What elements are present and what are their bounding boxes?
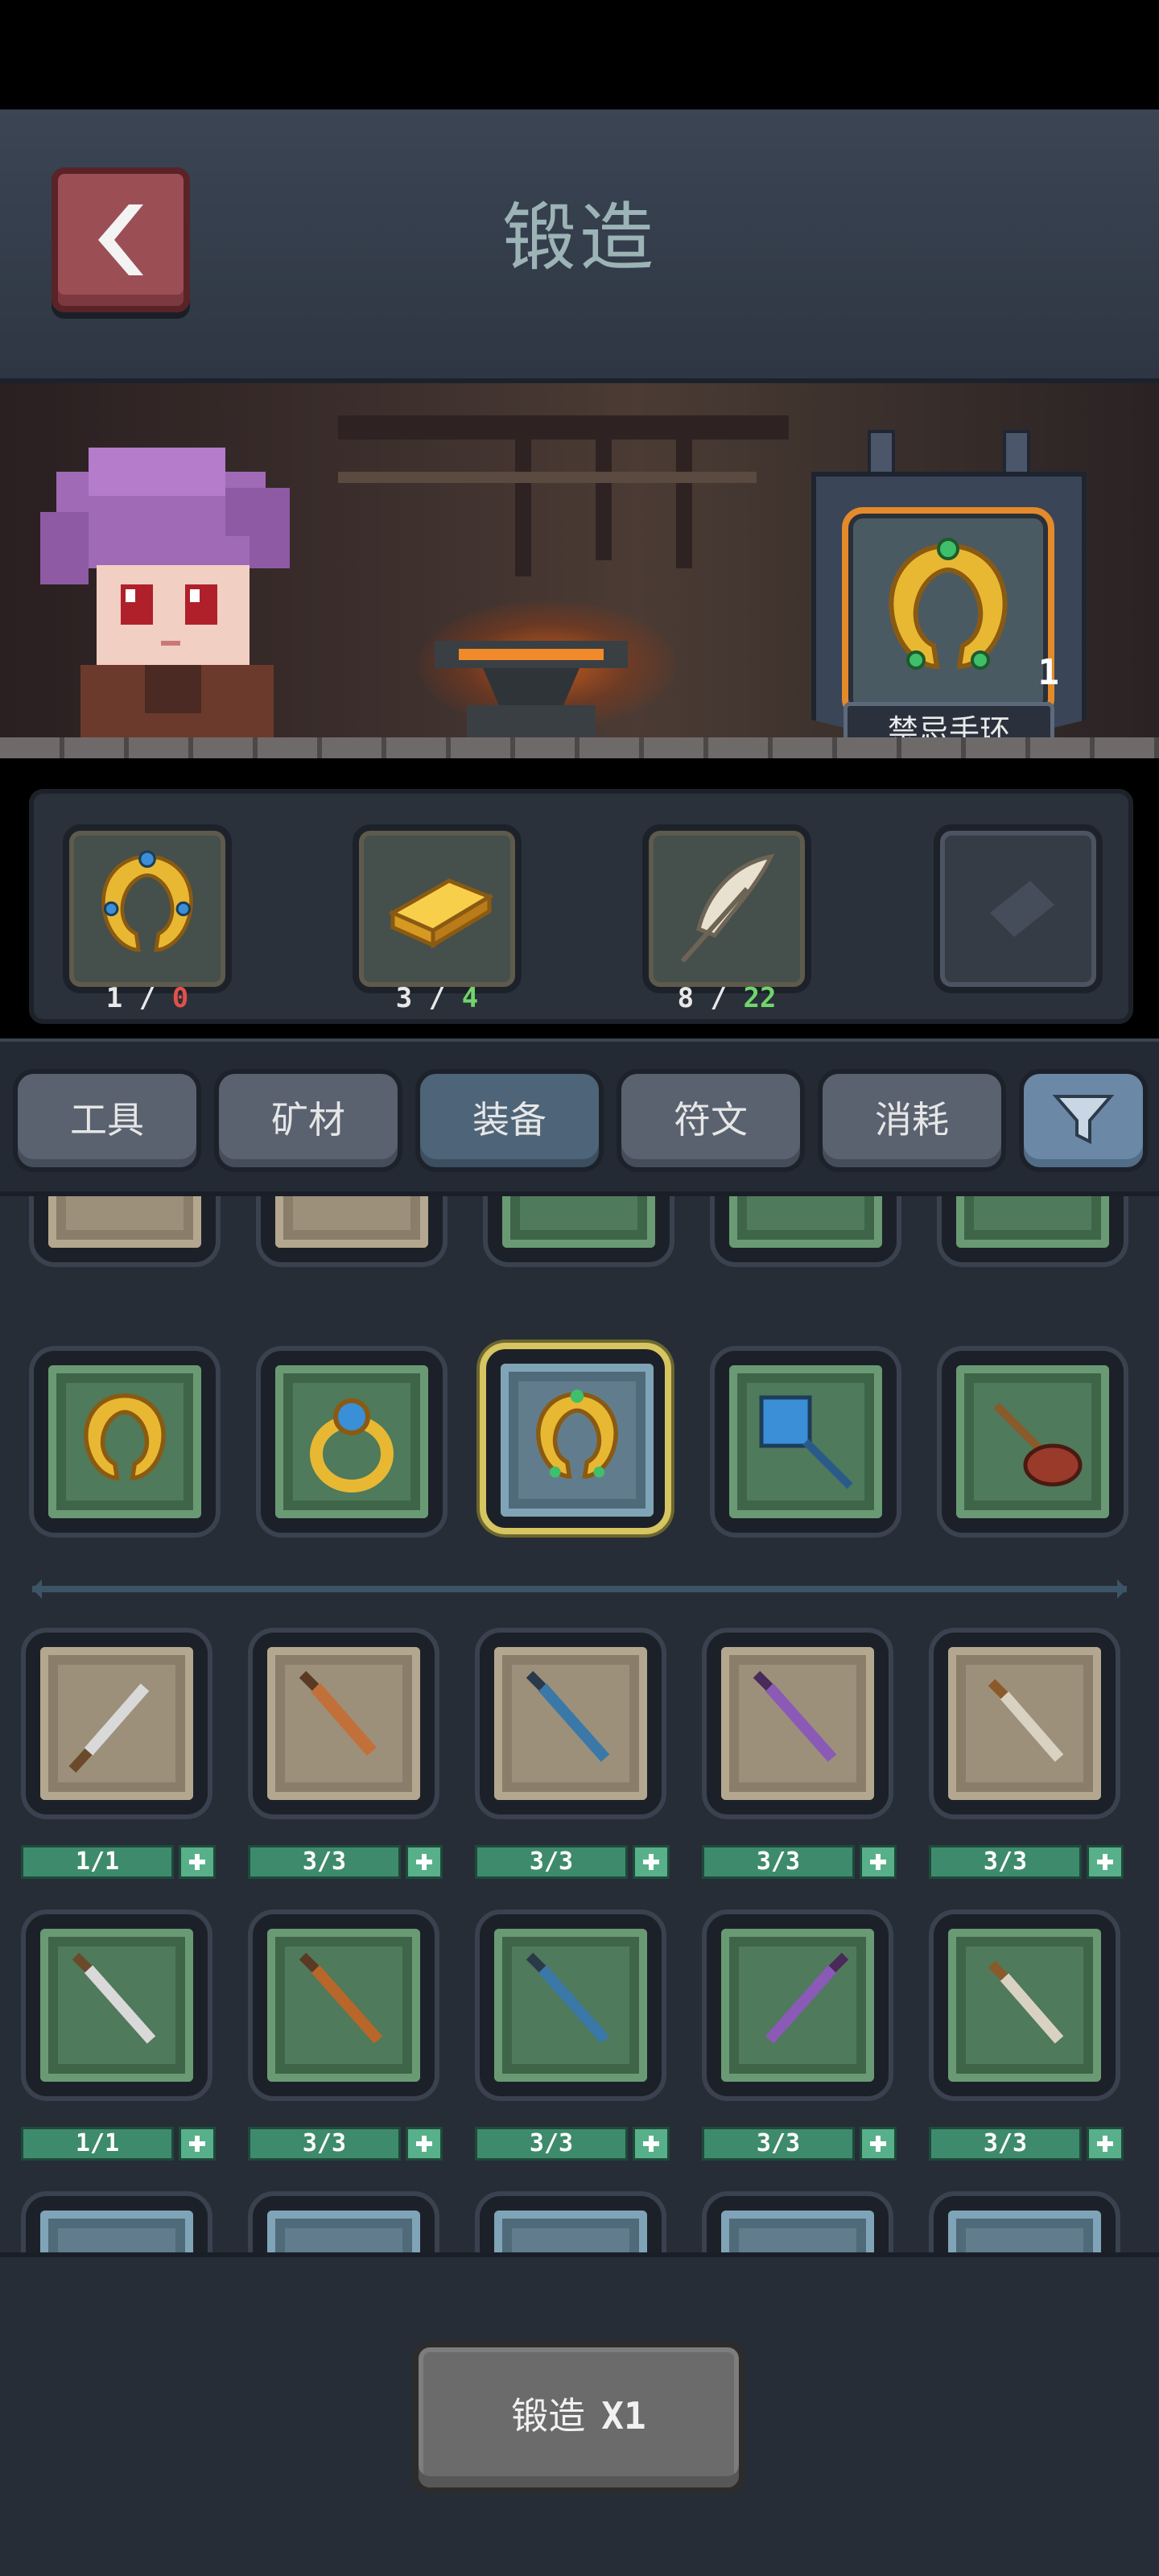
purple-sword-icon: [753, 1670, 837, 1762]
recipe-card[interactable]: [475, 2191, 666, 2252]
short-blade-icon: [988, 1960, 1064, 2044]
fly-swatter-icon: [759, 1395, 853, 1489]
gold-ring-icon: [889, 538, 1008, 670]
tab-tools[interactable]: 工具: [13, 1069, 201, 1172]
result-count: 1: [1037, 652, 1060, 693]
add-button[interactable]: [860, 1845, 897, 1879]
recipe-card[interactable]: [29, 1196, 221, 1267]
blue-sword-icon: [526, 1952, 610, 2044]
dagger-icon: [72, 1952, 156, 2044]
add-button[interactable]: [179, 2127, 216, 2161]
recipe-card[interactable]: [483, 1196, 674, 1267]
material-count-ring: 1 / 0: [105, 982, 189, 1014]
forge-button-label: 锻造: [511, 2394, 586, 2438]
result-banner: 1 禁忌手环: [811, 430, 1087, 758]
tab-consumables[interactable]: 消耗: [818, 1069, 1006, 1172]
recipe-list: 1/1 3/3 3/3 3/3 3/3 1/1 3/3 3/3 3/3 3/3: [0, 1196, 1159, 2252]
recipe-card[interactable]: [710, 1196, 901, 1267]
material-slot-feather[interactable]: [642, 824, 811, 993]
feather-icon: [680, 853, 775, 963]
result-item-slot[interactable]: 1: [842, 507, 1059, 720]
add-button[interactable]: [1087, 2127, 1124, 2161]
gold-bar-icon: [388, 878, 494, 949]
blacksmith-character: [40, 448, 290, 745]
add-button[interactable]: [179, 1845, 216, 1879]
tab-runes[interactable]: 符文: [617, 1069, 805, 1172]
material-count-gold-bar: 3 / 4: [395, 982, 479, 1014]
material-slot-gold-bar[interactable]: [353, 824, 522, 993]
recipe-card-blue-sword[interactable]: [475, 1909, 666, 2101]
recipe-card-dagger[interactable]: [21, 1909, 212, 2101]
filter-button[interactable]: [1019, 1069, 1148, 1172]
section-divider: [32, 1579, 1127, 1599]
category-tabs: 工具 矿材 装备 符文 消耗: [0, 1038, 1159, 1196]
forge-button[interactable]: 锻造 X1: [412, 2341, 745, 2494]
recipe-card[interactable]: [256, 1196, 448, 1267]
empty-slot-icon: [990, 881, 1054, 937]
material-slot-empty[interactable]: [934, 824, 1103, 993]
recipe-card[interactable]: [702, 2191, 893, 2252]
add-button[interactable]: [633, 2127, 670, 2161]
tab-ores[interactable]: 矿材: [214, 1069, 402, 1172]
stone-floor: [0, 737, 1159, 758]
forge-multiplier: X1: [601, 2394, 646, 2438]
back-button[interactable]: [52, 167, 190, 312]
recipe-card-blue-sword[interactable]: [475, 1628, 666, 1819]
plunger-icon: [993, 1402, 1083, 1487]
recipe-card-serrated-blade[interactable]: [248, 1909, 439, 2101]
recipe-card-forbidden-bracelet[interactable]: [480, 1343, 671, 1534]
recipe-card-fly-swatter[interactable]: [710, 1346, 901, 1538]
recipe-card-cleaver[interactable]: [248, 1628, 439, 1819]
filter-icon: [1052, 1095, 1115, 1145]
recipe-card-gold-ring[interactable]: [29, 1346, 221, 1538]
recipe-card-short-blade[interactable]: [929, 1628, 1120, 1819]
serrated-blade-icon: [299, 1952, 383, 2044]
gold-ring-icon: [84, 1393, 166, 1480]
cleaver-icon: [299, 1670, 377, 1757]
recipe-card-plunger[interactable]: [937, 1346, 1128, 1538]
bottom-bar: 锻造 X1: [0, 2252, 1159, 2576]
recipe-card[interactable]: [937, 1196, 1128, 1267]
recipe-card-purple-sword[interactable]: [702, 1909, 893, 2101]
material-slot-ring[interactable]: [63, 824, 232, 993]
add-button[interactable]: [406, 2127, 443, 2161]
add-button[interactable]: [633, 1845, 670, 1879]
anvil-icon: [435, 641, 628, 737]
material-count-feather: 8 / 22: [677, 982, 777, 1014]
purple-sword-icon: [765, 1952, 849, 2044]
dagger-icon: [68, 1683, 150, 1773]
blue-gem-ring-icon: [310, 1398, 394, 1492]
recipe-card[interactable]: [929, 2191, 1120, 2252]
blue-sword-icon: [526, 1670, 610, 1762]
recipe-card-blue-gem-ring[interactable]: [256, 1346, 448, 1538]
recipe-card-dagger[interactable]: [21, 1628, 212, 1819]
page-title: 锻造: [501, 195, 657, 281]
add-button[interactable]: [406, 1845, 443, 1879]
recipe-card[interactable]: [21, 2191, 212, 2252]
recipe-card-short-blade[interactable]: [929, 1909, 1120, 2101]
short-blade-icon: [988, 1678, 1064, 1762]
gold-ring-icon: [101, 850, 193, 952]
tab-equipment[interactable]: 装备: [415, 1069, 604, 1172]
recipe-card-purple-sword[interactable]: [702, 1628, 893, 1819]
back-arrow-icon: [98, 204, 143, 275]
header-bar: 锻造: [0, 109, 1159, 383]
add-button[interactable]: [860, 2127, 897, 2161]
gold-ring-icon: [536, 1389, 618, 1479]
recipe-card[interactable]: [248, 2191, 439, 2252]
forge-scene: 1 禁忌手环: [0, 383, 1159, 758]
add-button[interactable]: [1087, 1845, 1124, 1879]
materials-panel: 1 / 0 3 / 4 8 / 22: [29, 789, 1133, 1024]
